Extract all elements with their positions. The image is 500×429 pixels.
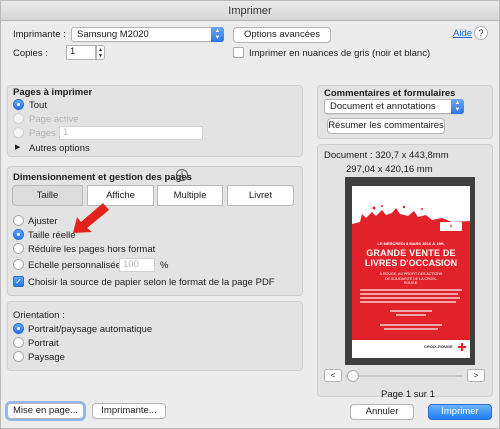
custom-scale-radio[interactable] [13, 259, 24, 270]
copies-stepper-icon[interactable]: ▲ ▼ [96, 45, 105, 60]
printer-value: Samsung M2020 [77, 29, 149, 40]
paper-source-label: Choisir la source de papier selon le for… [28, 277, 275, 288]
portrait-radio[interactable] [13, 337, 24, 348]
more-options-label[interactable]: Autres options [29, 143, 90, 154]
portrait-label: Portrait [28, 338, 59, 349]
poster-footer [352, 340, 470, 358]
help-link[interactable]: Aide [453, 28, 472, 39]
poster-subtitle: À ROUGE, AU PROFIT DES ACTIONS DE SOLIDA… [379, 272, 443, 285]
tab-multiple[interactable]: Multiple [157, 185, 223, 206]
pages-range-radio[interactable] [13, 127, 24, 138]
cancel-button[interactable]: Annuler [350, 404, 414, 420]
sizing-heading: Dimensionnement et gestion des pages [13, 172, 192, 183]
actual-size-radio[interactable] [13, 229, 24, 240]
grayscale-checkbox[interactable] [233, 47, 244, 58]
orientation-auto-radio[interactable] [13, 323, 24, 334]
document-size-label: Document : 320,7 x 443,8mm [324, 150, 449, 161]
poster-logo: CROIX-ROUGE [424, 344, 453, 349]
shrink-label: Réduire les pages hors format [28, 244, 156, 255]
poster-date: LE MERCREDI 8 MARS 2016 À 19H, [377, 241, 445, 246]
poster-text-line [384, 328, 438, 330]
page-setup-button[interactable]: Mise en page... [7, 403, 84, 419]
comments-select[interactable]: Document et annotations ▲ ▼ [324, 99, 464, 114]
poster-text-line [396, 314, 426, 316]
poster-text-line [360, 301, 456, 303]
pages-active-radio[interactable] [13, 113, 24, 124]
tab-livret[interactable]: Livret [227, 185, 294, 206]
fit-radio[interactable] [13, 215, 24, 226]
poster-text-line [360, 293, 458, 295]
next-page-button[interactable]: > [467, 369, 485, 382]
shrink-radio[interactable] [13, 243, 24, 254]
pages-all-label: Tout [29, 100, 47, 111]
poster-thumbnail: À BRUXELLES LE MERCREDI 8 MARS 2016 À 19… [352, 186, 470, 358]
copies-label: Copies : [13, 48, 48, 59]
popup-arrows-icon: ▲ ▼ [211, 27, 224, 42]
red-cross-icon [458, 343, 466, 351]
comments-heading: Commentaires et formulaires [324, 88, 456, 99]
summarize-comments-button[interactable]: Résumer les commentaires [327, 118, 445, 134]
landscape-radio[interactable] [13, 351, 24, 362]
poster-title-2: LIVRES D'OCCASION [364, 258, 458, 268]
paper-size-label: 297,04 x 420,16 mm [346, 164, 433, 175]
poster-text-line [360, 289, 462, 291]
pages-active-label: Page active [29, 114, 79, 125]
orientation-heading: Orientation : [13, 310, 65, 321]
disclosure-triangle-icon[interactable]: ▶ [15, 143, 20, 151]
info-icon[interactable]: i [176, 169, 188, 181]
copies-input[interactable]: 1 [66, 45, 96, 60]
annotation-arrow-icon [73, 203, 109, 233]
page-indicator: Page 1 sur 1 [381, 389, 435, 400]
pages-range-label: Pages [29, 128, 56, 139]
grayscale-label: Imprimer en nuances de gris (noir et bla… [249, 48, 431, 59]
comments-select-value: Document et annotations [330, 101, 436, 112]
advanced-options-button[interactable]: Options avancées [233, 27, 331, 43]
pages-all-radio[interactable] [13, 99, 24, 110]
poster-badge: À BRUXELLES [440, 222, 462, 237]
pages-heading: Pages à imprimer [13, 87, 93, 98]
previous-page-button[interactable]: < [324, 369, 342, 382]
orientation-auto-label: Portrait/paysage automatique [28, 324, 153, 335]
actual-size-label: Taille réelle [28, 230, 76, 241]
fit-label: Ajuster [28, 216, 58, 227]
printer-select[interactable]: Samsung M2020 ▲ ▼ [71, 27, 224, 42]
percent-label: % [160, 260, 169, 271]
preview-slider-track[interactable] [345, 375, 463, 377]
poster-text-line [390, 310, 432, 312]
printer-button[interactable]: Imprimante... [92, 403, 166, 419]
printer-label: Imprimante : [13, 29, 66, 40]
print-button[interactable]: Imprimer [428, 404, 492, 420]
custom-scale-label: Echelle personnalisée : [28, 260, 127, 271]
pages-range-input[interactable]: 1 [59, 126, 203, 140]
landscape-label: Paysage [28, 352, 65, 363]
poster-title-1: GRANDE VENTE DE [366, 248, 456, 258]
help-icon[interactable]: ? [474, 26, 488, 40]
poster-text-line [360, 297, 460, 299]
preview-slider-knob[interactable] [347, 370, 359, 382]
popup-arrows-icon: ▲ ▼ [451, 99, 464, 114]
custom-scale-input[interactable]: 100 [119, 258, 155, 272]
poster-text-line [380, 324, 442, 326]
paper-source-checkbox[interactable]: ✓ [13, 276, 24, 287]
print-dialog: Imprimer Imprimante : Samsung M2020 ▲ ▼ O… [0, 0, 500, 429]
window-title: Imprimer [1, 1, 499, 21]
